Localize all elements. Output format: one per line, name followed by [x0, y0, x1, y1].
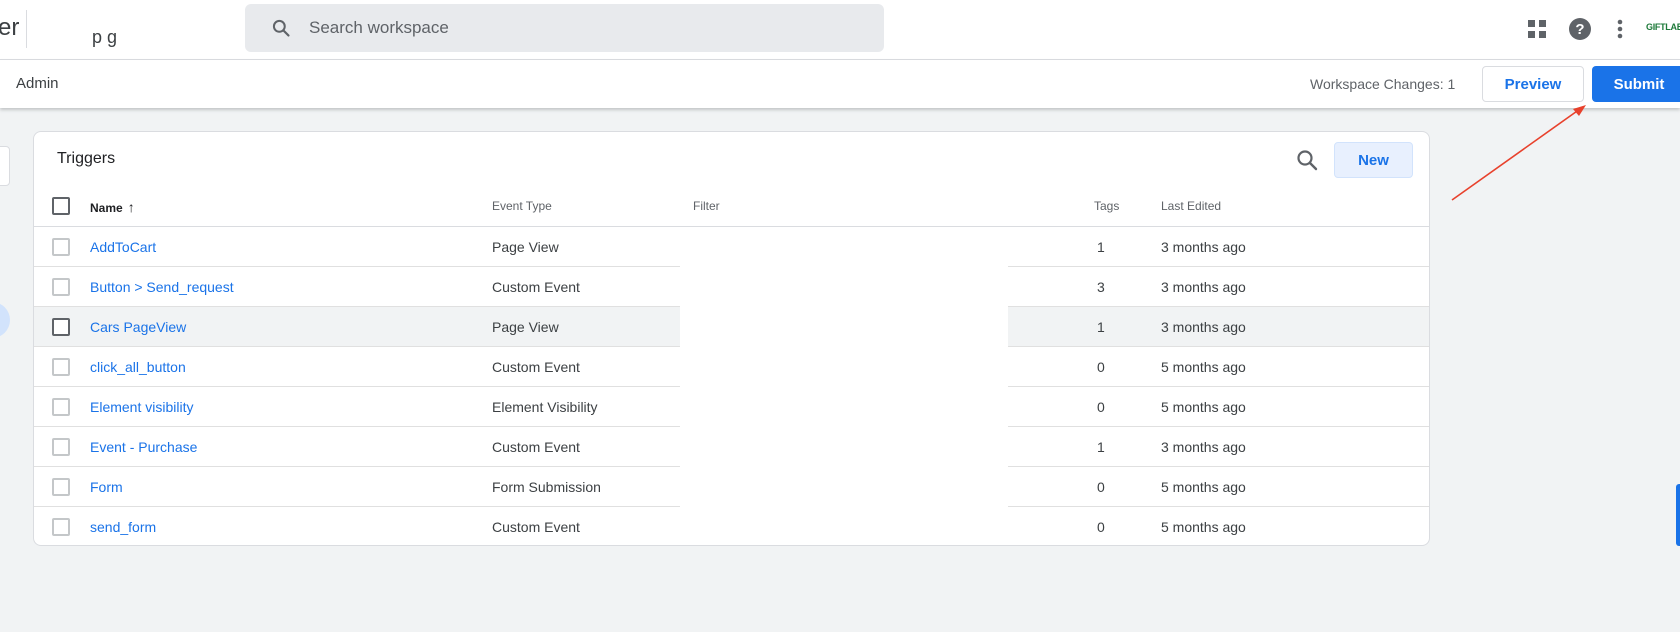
workspace-changes-counter: Workspace Changes: 1 — [1310, 76, 1456, 92]
row-checkbox[interactable] — [52, 518, 70, 536]
column-header-event-type[interactable]: Event Type — [492, 199, 552, 213]
table-row[interactable]: Button > Send_request Custom Event 3 3 mont… — [34, 267, 1429, 307]
trigger-name-link[interactable]: Element visibility — [90, 399, 193, 415]
filter-cell — [680, 427, 1008, 467]
event-type-cell: Form Submission — [492, 479, 601, 495]
column-header-name-label: Name — [90, 201, 123, 215]
more-vert-icon[interactable] — [1607, 16, 1633, 42]
triggers-card: Triggers New Name ↑ Event Type Filter Tag… — [33, 131, 1430, 546]
filter-cell — [680, 507, 1008, 545]
card-title: Triggers — [57, 150, 116, 167]
event-type-cell: Custom Event — [492, 279, 580, 295]
filter-cell — [680, 267, 1008, 307]
container-name[interactable]: p g — [92, 30, 117, 48]
divider — [26, 10, 27, 48]
app-name[interactable]: er — [0, 14, 19, 42]
table-row[interactable]: send_form Custom Event 0 5 months ago — [34, 507, 1429, 545]
sort-ascending-icon[interactable]: ↑ — [128, 199, 135, 215]
column-header-filter[interactable]: Filter — [693, 199, 720, 213]
column-header-name[interactable]: Name ↑ — [90, 199, 135, 215]
annotation-arrow — [1451, 105, 1586, 201]
tab-admin[interactable]: Admin — [16, 75, 59, 92]
filter-cell — [680, 227, 1008, 267]
filter-cell — [680, 307, 1008, 347]
table-row[interactable]: AddToCart Page View 1 3 months ago — [34, 227, 1429, 267]
tags-count-cell: 0 — [1097, 359, 1105, 375]
search-icon — [272, 19, 290, 37]
last-edited-cell: 3 months ago — [1161, 239, 1246, 255]
tags-count-cell: 1 — [1097, 239, 1105, 255]
event-type-cell: Element Visibility — [492, 399, 598, 415]
trigger-name-link[interactable]: click_all_button — [90, 359, 186, 375]
trigger-name-link[interactable]: Cars PageView — [90, 319, 186, 335]
row-checkbox[interactable] — [52, 278, 70, 296]
select-all-checkbox[interactable] — [52, 197, 70, 215]
column-header-tags[interactable]: Tags — [1094, 199, 1119, 213]
tags-count-cell: 3 — [1097, 279, 1105, 295]
event-type-cell: Custom Event — [492, 439, 580, 455]
floating-action-fragment[interactable] — [0, 302, 10, 338]
submit-button[interactable]: Submit — [1592, 66, 1680, 102]
table-row[interactable]: Form Form Submission 0 5 months ago — [34, 467, 1429, 507]
event-type-cell: Page View — [492, 239, 559, 255]
table-row[interactable]: Element visibility Element Visibility 0 5 m… — [34, 387, 1429, 427]
apps-grid-icon[interactable] — [1524, 16, 1550, 42]
last-edited-cell: 5 months ago — [1161, 359, 1246, 375]
trigger-name-link[interactable]: AddToCart — [90, 239, 156, 255]
last-edited-cell: 5 months ago — [1161, 519, 1246, 535]
tags-count-cell: 0 — [1097, 519, 1105, 535]
search-workspace-bar[interactable] — [245, 4, 884, 52]
search-icon[interactable] — [1295, 148, 1319, 172]
event-type-cell: Custom Event — [492, 359, 580, 375]
event-type-cell: Custom Event — [492, 519, 580, 535]
table-row[interactable]: Cars PageView Page View 1 3 months ago — [34, 307, 1429, 347]
trigger-name-link[interactable]: Form — [90, 479, 123, 495]
new-trigger-button[interactable]: New — [1334, 142, 1413, 178]
last-edited-cell: 3 months ago — [1161, 279, 1246, 295]
help-icon[interactable]: ? — [1567, 16, 1593, 42]
last-edited-cell: 3 months ago — [1161, 319, 1246, 335]
row-checkbox[interactable] — [52, 398, 70, 416]
tags-count-cell: 1 — [1097, 319, 1105, 335]
trigger-name-link[interactable]: Button > Send_request — [90, 279, 234, 295]
table-header: Name ↑ Event Type Filter Tags Last Edited — [34, 185, 1429, 227]
filter-cell — [680, 467, 1008, 507]
side-tab-fragment[interactable] — [1676, 484, 1680, 546]
brand-logo[interactable]: GIFTLAB — [1646, 22, 1680, 32]
table-row[interactable]: Event - Purchase Custom Event 1 3 months ag… — [34, 427, 1429, 467]
trigger-name-link[interactable]: send_form — [90, 519, 156, 535]
tags-count-cell: 0 — [1097, 479, 1105, 495]
row-checkbox[interactable] — [52, 438, 70, 456]
preview-button[interactable]: Preview — [1482, 66, 1584, 102]
search-input[interactable] — [309, 14, 849, 42]
filter-cell — [680, 387, 1008, 427]
last-edited-cell: 3 months ago — [1161, 439, 1246, 455]
column-header-last-edited[interactable]: Last Edited — [1161, 199, 1221, 213]
last-edited-cell: 5 months ago — [1161, 399, 1246, 415]
tags-count-cell: 1 — [1097, 439, 1105, 455]
workspace-toolbar: Admin Workspace Changes: 1 Preview Submi… — [0, 60, 1680, 108]
row-checkbox[interactable] — [52, 478, 70, 496]
table-row[interactable]: click_all_button Custom Event 0 5 months ag… — [34, 347, 1429, 387]
tags-count-cell: 0 — [1097, 399, 1105, 415]
row-checkbox[interactable] — [52, 318, 70, 336]
event-type-cell: Page View — [492, 319, 559, 335]
svg-text:?: ? — [1575, 21, 1584, 38]
trigger-name-link[interactable]: Event - Purchase — [90, 439, 197, 455]
row-checkbox[interactable] — [52, 358, 70, 376]
top-app-bar: er p g ? GIFTLAB — [0, 0, 1680, 60]
last-edited-cell: 5 months ago — [1161, 479, 1246, 495]
filter-cell — [680, 347, 1008, 387]
row-checkbox[interactable] — [52, 238, 70, 256]
side-panel-fragment[interactable] — [0, 146, 10, 186]
